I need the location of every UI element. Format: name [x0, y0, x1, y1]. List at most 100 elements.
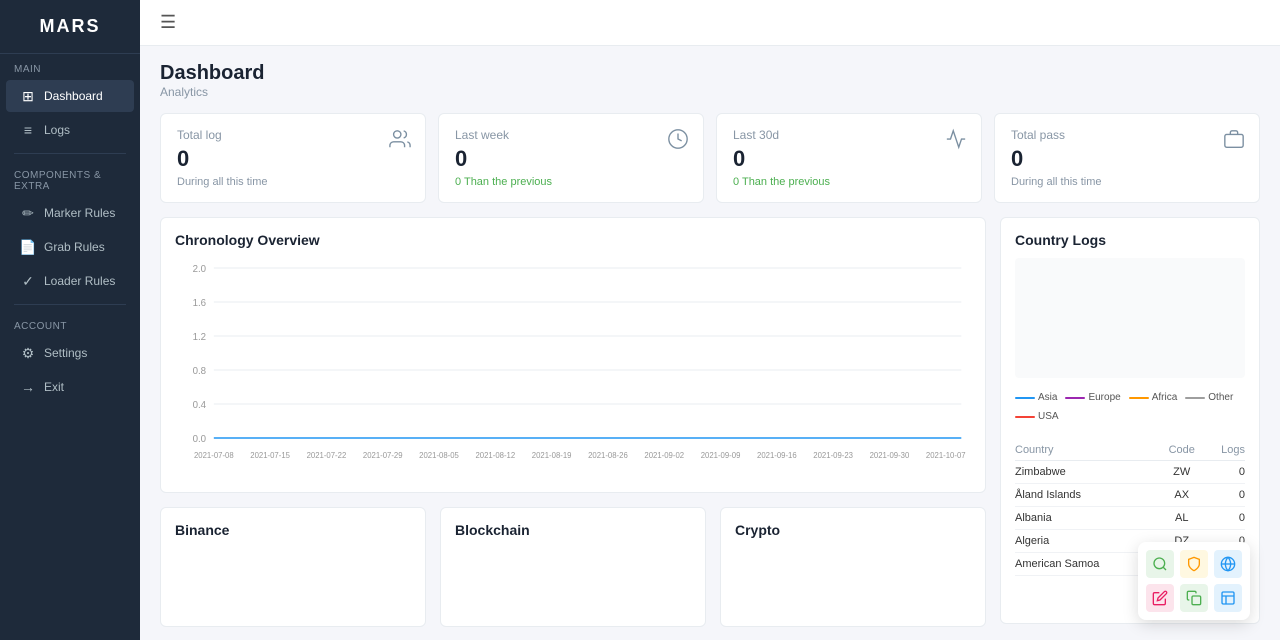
svg-text:0.4: 0.4: [193, 400, 207, 411]
table-row: Zimbabwe ZW 0: [1015, 461, 1245, 484]
sidebar-item-label: Marker Rules: [44, 206, 115, 220]
bottom-card-crypto: Crypto: [720, 507, 986, 627]
toolbar-btn-1[interactable]: [1146, 550, 1174, 578]
sidebar-account-label: ACCOUNT: [0, 311, 140, 336]
other-label: Other: [1208, 392, 1233, 403]
svg-text:2021-07-08: 2021-07-08: [194, 451, 234, 460]
page-header: Dashboard Analytics: [160, 62, 1260, 99]
stat-label: Last week: [455, 128, 687, 142]
africa-legend-dot: [1129, 397, 1149, 399]
sidebar-item-label: Exit: [44, 380, 64, 394]
two-col-layout: Chronology Overview 2.0 1.6: [160, 217, 1260, 624]
svg-text:0.8: 0.8: [193, 366, 207, 377]
page-title: Dashboard: [160, 62, 1260, 85]
stat-icon-activity: [945, 128, 967, 155]
floating-toolbar: [1138, 542, 1250, 620]
sidebar-divider-2: [14, 304, 126, 305]
stat-value: 0: [177, 146, 409, 172]
svg-text:2021-09-23: 2021-09-23: [813, 451, 853, 460]
asia-label: Asia: [1038, 392, 1057, 403]
sidebar-item-label: Logs: [44, 123, 70, 137]
stat-icon-briefcase: [1223, 128, 1245, 155]
stat-card-total-pass: Total pass 0 During all this time: [994, 113, 1260, 203]
country-legend: Asia Europe Africa Other: [1015, 392, 1245, 422]
stat-label: Total log: [177, 128, 409, 142]
country-logs: 0: [1204, 507, 1245, 530]
stat-card-last-week: Last week 0 0 Than the previous: [438, 113, 704, 203]
svg-text:2021-10-07: 2021-10-07: [926, 451, 966, 460]
sidebar-components-label: COMPONENTS & EXTRA: [0, 160, 140, 196]
country-logs: 0: [1204, 484, 1245, 507]
settings-icon: ⚙: [20, 345, 36, 361]
country-name: Zimbabwe: [1015, 461, 1159, 484]
svg-text:2021-08-12: 2021-08-12: [475, 451, 515, 460]
toolbar-btn-3[interactable]: [1214, 550, 1242, 578]
sidebar-item-grab-rules[interactable]: 📄 Grab Rules: [6, 231, 134, 263]
stat-label: Last 30d: [733, 128, 965, 142]
svg-text:2021-07-29: 2021-07-29: [363, 451, 403, 460]
toolbar-btn-4[interactable]: [1146, 584, 1174, 612]
country-code: ZW: [1159, 461, 1204, 484]
exit-icon: →: [20, 379, 36, 395]
stat-icon-users: [389, 128, 411, 155]
dashboard-icon: ⊞: [20, 88, 36, 104]
asia-legend-dot: [1015, 397, 1035, 399]
stat-sub: During all this time: [1011, 176, 1243, 188]
bottom-card-blockchain: Blockchain: [440, 507, 706, 627]
bottom-card-binance: Binance: [160, 507, 426, 627]
hamburger-icon[interactable]: ☰: [160, 12, 176, 33]
sidebar-item-dashboard[interactable]: ⊞ Dashboard: [6, 80, 134, 112]
country-code: AL: [1159, 507, 1204, 530]
stat-value: 0: [733, 146, 965, 172]
chart-container: 2.0 1.6 1.2 0.8 0.4 0.0 2021-07-08 2021-…: [175, 258, 971, 478]
legend-item-africa: Africa: [1129, 392, 1178, 403]
sidebar-item-exit[interactable]: → Exit: [6, 371, 134, 403]
toolbar-btn-6[interactable]: [1214, 584, 1242, 612]
country-logs: 0: [1204, 461, 1245, 484]
stat-sub: 0 Than the previous: [733, 176, 965, 188]
sidebar-item-loader-rules[interactable]: ✓ Loader Rules: [6, 265, 134, 297]
country-logs-title: Country Logs: [1015, 232, 1245, 248]
bottom-row: Binance Blockchain Crypto: [160, 507, 986, 627]
svg-text:2.0: 2.0: [193, 264, 207, 275]
toolbar-btn-5[interactable]: [1180, 584, 1208, 612]
binance-title: Binance: [175, 522, 411, 538]
crypto-title: Crypto: [735, 522, 971, 538]
logs-icon: ≡: [20, 122, 36, 138]
country-chart-area: [1015, 258, 1245, 378]
country-name: Albania: [1015, 507, 1159, 530]
svg-text:1.2: 1.2: [193, 332, 206, 343]
svg-text:2021-07-22: 2021-07-22: [307, 451, 347, 460]
sidebar-main-label: MAIN: [0, 54, 140, 79]
legend-item-asia: Asia: [1015, 392, 1057, 403]
sidebar: MARS MAIN ⊞ Dashboard ≡ Logs COMPONENTS …: [0, 0, 140, 640]
table-row: Åland Islands AX 0: [1015, 484, 1245, 507]
svg-text:1.6: 1.6: [193, 298, 207, 309]
svg-text:2021-08-26: 2021-08-26: [588, 451, 628, 460]
svg-text:2021-09-30: 2021-09-30: [870, 451, 910, 460]
toolbar-btn-2[interactable]: [1180, 550, 1208, 578]
page-subtitle: Analytics: [160, 85, 1260, 99]
marker-rules-icon: ✏: [20, 205, 36, 221]
svg-text:2021-07-15: 2021-07-15: [250, 451, 290, 460]
svg-text:2021-08-05: 2021-08-05: [419, 451, 459, 460]
stat-sub: During all this time: [177, 176, 409, 188]
svg-text:0.0: 0.0: [193, 434, 207, 445]
stat-label: Total pass: [1011, 128, 1243, 142]
stat-card-last-30d: Last 30d 0 0 Than the previous: [716, 113, 982, 203]
legend-item-usa: USA: [1015, 411, 1059, 422]
stat-card-total-log: Total log 0 During all this time: [160, 113, 426, 203]
country-name: Åland Islands: [1015, 484, 1159, 507]
sidebar-item-label: Grab Rules: [44, 240, 105, 254]
topbar: ☰: [140, 0, 1280, 46]
main-content: ☰ Dashboard Analytics Total log 0 During…: [140, 0, 1280, 640]
sidebar-divider-1: [14, 153, 126, 154]
sidebar-item-logs[interactable]: ≡ Logs: [6, 114, 134, 146]
left-column: Chronology Overview 2.0 1.6: [160, 217, 986, 624]
sidebar-item-marker-rules[interactable]: ✏ Marker Rules: [6, 197, 134, 229]
loader-rules-icon: ✓: [20, 273, 36, 289]
sidebar-item-settings[interactable]: ⚙ Settings: [6, 337, 134, 369]
europe-legend-dot: [1065, 397, 1085, 399]
sidebar-item-label: Dashboard: [44, 89, 103, 103]
col-country: Country: [1015, 440, 1159, 461]
